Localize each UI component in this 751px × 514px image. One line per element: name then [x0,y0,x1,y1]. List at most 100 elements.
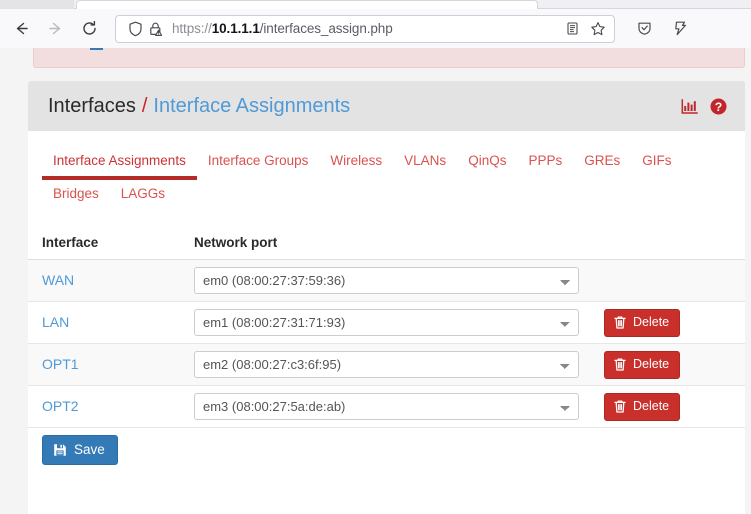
tab-bridges[interactable]: Bridges [42,178,110,211]
breadcrumb-current: Interface Assignments [153,94,351,117]
tracking-protection-shield-icon [636,20,653,37]
tab-label: GIFs [642,153,672,168]
network-port-select-wan[interactable]: em0 (08:00:27:37:59:36) [194,267,579,294]
address-bar-actions [560,17,610,41]
network-port-select-opt1[interactable]: em2 (08:00:27:c3:6f:95) [194,351,579,378]
breadcrumb-root[interactable]: Interfaces [48,95,136,118]
browser-tab-active[interactable] [76,0,538,9]
delete-button-label: Delete [633,357,670,372]
reader-view-button[interactable] [560,17,584,41]
tab-interface-groups[interactable]: Interface Groups [197,145,320,178]
breadcrumb-header-panel: Interfaces / Interface Assignments ? [28,81,745,131]
delete-button-opt1[interactable]: Delete [604,350,681,379]
interface-assignments-table: Interface Network port WAN em0 (08:00:27… [28,229,745,428]
cell-network-port: em2 (08:00:27:c3:6f:95) [180,343,590,386]
delete-button-lan[interactable]: Delete [604,308,681,337]
tab-gifs[interactable]: GIFs [631,145,682,178]
tab-label: Bridges [53,186,99,201]
trash-icon [613,357,627,372]
tracking-protection-button[interactable] [629,14,659,44]
tab-label: QinQs [468,153,507,168]
column-header-actions [590,229,745,260]
floppy-save-icon [53,443,67,457]
back-button[interactable] [6,14,36,44]
cell-interface: OPT2 [28,385,180,428]
network-port-select-lan[interactable]: em1 (08:00:27:31:71:93) [194,309,579,336]
save-to-pocket-button[interactable] [665,14,695,44]
cell-network-port: em1 (08:00:27:31:71:93) [180,301,590,344]
lock-warning-icon[interactable] [145,19,165,39]
url-path: /interfaces_assign.php [259,21,393,36]
trash-icon [613,315,627,330]
column-header-network-port: Network port [180,229,590,260]
save-button[interactable]: Save [42,435,118,465]
tab-label: VLANs [404,153,447,168]
tab-vlans[interactable]: VLANs [393,145,457,178]
tab-label: Interface Groups [207,153,309,168]
delete-button-opt2[interactable]: Delete [604,392,681,421]
table-row: OPT2 em3 (08:00:27:5a:de:ab) Delete [28,385,745,428]
bookmark-star-icon [590,21,606,37]
save-to-pocket-icon [672,20,689,37]
network-port-select-opt2[interactable]: em3 (08:00:27:5a:de:ab) [194,393,579,420]
tab-label: GREs [584,153,621,168]
interface-link-wan[interactable]: WAN [42,272,74,288]
help-question-icon[interactable]: ? [709,97,728,116]
tab-label: LAGGs [120,186,166,201]
browser-toolbar-right [629,14,695,44]
header-action-icons: ? [680,97,728,116]
trash-icon [613,399,627,414]
column-header-interface: Interface [28,229,180,260]
forward-button[interactable] [40,14,70,44]
interface-link-opt1[interactable]: OPT1 [42,356,79,372]
url-host: 10.1.1.1 [211,21,260,36]
svg-text:?: ? [715,100,722,114]
url-scheme: https:// [172,21,212,36]
arrow-left-icon [13,20,30,37]
bar-chart-icon[interactable] [680,97,699,116]
browser-navigation-bar: https://10.1.1.1/interfaces_assign.php [0,9,751,48]
cell-actions: Delete [590,343,745,386]
delete-button-label: Delete [633,399,670,414]
shield-icon[interactable] [125,19,145,39]
interface-link-lan[interactable]: LAN [42,314,69,330]
tab-ppps[interactable]: PPPs [517,145,573,178]
address-bar[interactable]: https://10.1.1.1/interfaces_assign.php [115,14,615,43]
browser-chrome: https://10.1.1.1/interfaces_assign.php [0,0,751,48]
table-row: OPT1 em2 (08:00:27:c3:6f:95) Delete [28,343,745,386]
table-row: WAN em0 (08:00:27:37:59:36) [28,259,745,302]
alert-banner [33,48,745,68]
page-viewport: Interfaces / Interface Assignments ? Int… [0,48,751,514]
breadcrumb-separator: / [141,94,148,117]
tab-label: Interface Assignments [53,153,186,168]
cell-interface: WAN [28,259,180,302]
cell-interface: OPT1 [28,343,180,386]
tab-bar: Interface Assignments Interface Groups W… [28,131,745,211]
alert-banner-link[interactable] [90,48,103,50]
tab-strip-left-padding [0,0,74,9]
cell-actions: Delete [590,385,745,428]
cell-network-port: em3 (08:00:27:5a:de:ab) [180,385,590,428]
tab-wireless[interactable]: Wireless [319,145,393,178]
breadcrumb: Interfaces / Interface Assignments [48,95,680,118]
reload-icon [81,20,98,37]
tab-qinqs[interactable]: QinQs [457,145,517,178]
table-header-row: Interface Network port [28,229,745,260]
tab-laggs[interactable]: LAGGs [110,178,176,211]
tab-interface-assignments[interactable]: Interface Assignments [42,145,197,180]
browser-tab-strip [0,0,751,9]
cell-actions [590,259,745,302]
interface-link-opt2[interactable]: OPT2 [42,398,79,414]
delete-button-label: Delete [633,315,670,330]
tab-gres[interactable]: GREs [573,145,631,178]
tab-label: Wireless [330,153,383,168]
save-button-label: Save [74,442,105,458]
reader-view-icon [565,21,580,36]
arrow-right-icon [47,20,64,37]
cell-network-port: em0 (08:00:27:37:59:36) [180,259,590,302]
bookmark-button[interactable] [586,17,610,41]
reload-button[interactable] [74,14,104,44]
table-body: WAN em0 (08:00:27:37:59:36) LAN em1 (08:… [28,259,745,428]
cell-interface: LAN [28,301,180,344]
url-text[interactable]: https://10.1.1.1/interfaces_assign.php [165,21,560,36]
